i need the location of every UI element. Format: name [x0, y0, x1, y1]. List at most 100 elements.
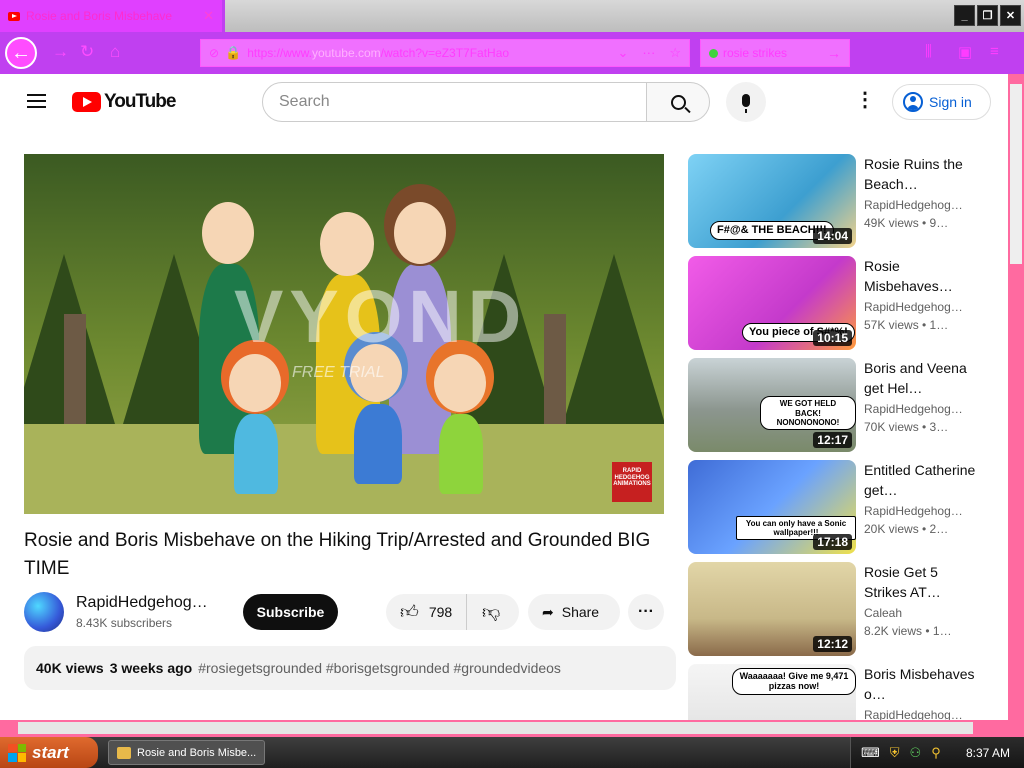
bookmark-star-icon[interactable]: ☆ [669, 45, 681, 61]
sign-in-button[interactable]: Sign in [892, 84, 991, 120]
microphone-icon [742, 93, 750, 113]
character-head [394, 202, 446, 264]
related-thumbnail[interactable]: You can only have a Sonic wallpaper!!! 1… [688, 460, 856, 554]
youtube-page: YouTube Search ⋮ Sign in VYOND FREE TRIA… [0, 74, 1008, 720]
browser-tab-bar: Rosie and Boris Misbehave ✕ + _ ❐ ✕ [0, 0, 1024, 32]
related-video-item[interactable]: F#@& THE BEACH!!! 14:04 Rosie Ruins the … [688, 154, 988, 248]
channel-name[interactable]: RapidHedgehogAnimations [76, 594, 216, 612]
character-head [229, 354, 281, 412]
related-video-item[interactable]: You piece of S#*%! 10:15 Rosie Misbehave… [688, 256, 988, 350]
chevron-down-icon[interactable]: ⌄ [617, 45, 628, 61]
sidebar-icon[interactable]: ▣ [958, 43, 972, 61]
related-title[interactable]: Rosie Ruins the Beach… [864, 154, 976, 194]
channel-avatar[interactable] [24, 592, 64, 632]
scrollbar-thumb[interactable] [1010, 84, 1022, 264]
share-arrow-icon: ➦ [542, 603, 554, 620]
search-go-icon[interactable]: → [827, 45, 841, 61]
forward-icon[interactable]: → [52, 42, 69, 62]
shield-icon[interactable]: ⊘ [209, 46, 219, 60]
lock-icon[interactable]: 🔒 [225, 45, 241, 61]
start-button[interactable]: start [0, 737, 98, 768]
video-player[interactable]: VYOND FREE TRIAL RAPID HEDGEHOG ANIMATIO… [24, 154, 664, 514]
related-video-item[interactable]: Waaaaaaa! Give me 9,471 pizzas now! Bori… [688, 664, 988, 720]
address-bar[interactable]: ⊘ 🔒 https://www.youtube.com/watch?v=eZ3T… [200, 39, 690, 67]
browser-tab-active[interactable]: Rosie and Boris Misbehave ✕ [0, 0, 222, 32]
browser-window-icon [117, 746, 131, 759]
related-meta: 8.2K views • 1… [864, 624, 952, 638]
related-channel: RapidHedgehog… [864, 504, 963, 518]
video-duration: 17:18 [813, 534, 852, 550]
video-duration: 12:12 [813, 636, 852, 652]
related-meta: 49K views • 9… [864, 216, 949, 230]
share-button[interactable]: ➦ Share [528, 594, 620, 630]
back-button[interactable]: ← [5, 37, 37, 69]
description-box[interactable]: 40K views 3 weeks ago #rosiegetsgrounded… [24, 646, 676, 690]
hashtags[interactable]: #rosiegetsgrounded #borisgetsgrounded #g… [198, 660, 561, 676]
minimize-button[interactable]: _ [954, 5, 975, 26]
more-actions-button[interactable]: ··· [628, 594, 664, 630]
video-duration: 14:04 [813, 228, 852, 244]
keyboard-icon[interactable]: ⌨ [861, 745, 880, 761]
window-title-bar: _ ❐ ✕ [225, 0, 1024, 32]
page-actions-icon[interactable]: ··· [642, 45, 655, 61]
related-video-item[interactable]: You can only have a Sonic wallpaper!!! 1… [688, 460, 988, 554]
related-thumbnail[interactable]: F#@& THE BEACH!!! 14:04 [688, 154, 856, 248]
home-icon[interactable]: ⌂ [110, 42, 120, 62]
character-rosie [234, 414, 278, 494]
thumbs-up-icon: 👍︎ [400, 602, 419, 622]
url-text[interactable]: https://www.youtube.com/watch?v=eZ3T7Fat… [247, 46, 509, 60]
browser-search-text[interactable]: rosie strikes [723, 46, 822, 60]
vyond-watermark: VYOND [234, 275, 528, 358]
youtube-logo[interactable]: YouTube [72, 91, 176, 113]
like-button[interactable]: 👍︎ 798 [386, 594, 468, 630]
youtube-favicon-icon [8, 11, 20, 21]
security-shield-icon[interactable]: ⛨ [890, 745, 900, 761]
menu-icon[interactable]: ≡ [990, 43, 999, 60]
horizontal-scrollbar[interactable] [0, 720, 1008, 737]
windows-taskbar: start Rosie and Boris Misbe... ⌨ ⛨ ⚇ ⚲ 8… [0, 737, 1024, 768]
search-tray-icon[interactable]: ⚲ [931, 745, 941, 761]
dislike-button[interactable]: 👎︎ [467, 594, 515, 630]
video-duration: 10:15 [813, 330, 852, 346]
related-thumbnail[interactable]: You piece of S#*%! 10:15 [688, 256, 856, 350]
subscribe-button[interactable]: Subscribe [243, 594, 338, 630]
maximize-button[interactable]: ❐ [977, 5, 998, 26]
character-head [202, 202, 254, 264]
library-icon[interactable]: ⫼ [925, 43, 932, 60]
related-thumbnail[interactable]: 12:12 [688, 562, 856, 656]
related-channel: RapidHedgehog… [864, 198, 963, 212]
related-channel: RapidHedgehog… [864, 402, 963, 416]
vertical-scrollbar[interactable] [1008, 74, 1024, 720]
character-boris [354, 404, 402, 484]
tab-close-icon[interactable]: ✕ [203, 8, 214, 24]
video-title: Rosie and Boris Misbehave on the Hiking … [24, 530, 651, 579]
related-channel: Caleah [864, 606, 903, 620]
close-window-button[interactable]: ✕ [1000, 5, 1021, 26]
related-title[interactable]: Boris and Veena get Hel… [864, 358, 976, 398]
scrollbar-thumb[interactable] [18, 722, 973, 734]
channel-watermark-badge: RAPID HEDGEHOG ANIMATIONS [612, 462, 652, 502]
character-girl-pink-bow [439, 414, 483, 494]
user-circle-icon [903, 92, 923, 112]
related-video-item[interactable]: WE GOT HELD BACK! NONONONONO! 12:17 Bori… [688, 358, 988, 452]
related-title[interactable]: Boris Misbehaves o… [864, 664, 976, 704]
related-video-item[interactable]: 12:12 Rosie Get 5 Strikes AT… Caleah 8.2… [688, 562, 988, 656]
browser-search-box[interactable]: rosie strikes → [700, 39, 850, 67]
search-input[interactable]: Search [262, 82, 647, 122]
voice-search-button[interactable] [726, 82, 766, 122]
network-icon[interactable]: ⚇ [910, 745, 922, 761]
hamburger-menu-icon[interactable] [27, 94, 46, 108]
windows-logo-icon [8, 743, 26, 762]
related-title[interactable]: Entitled Catherine get… [864, 460, 976, 500]
related-channel: RapidHedgehog… [864, 708, 963, 720]
related-thumbnail[interactable]: Waaaaaaa! Give me 9,471 pizzas now! [688, 664, 856, 720]
related-thumbnail[interactable]: WE GOT HELD BACK! NONONONONO! 12:17 [688, 358, 856, 452]
search-button[interactable] [646, 82, 710, 122]
related-title[interactable]: Rosie Get 5 Strikes AT… [864, 562, 976, 602]
settings-kebab-icon[interactable]: ⋮ [855, 90, 875, 110]
taskbar-window-button[interactable]: Rosie and Boris Misbe... [108, 740, 265, 765]
reload-icon[interactable]: ↻ [80, 42, 94, 62]
view-count: 40K views [36, 660, 104, 676]
character-head [434, 354, 486, 412]
related-title[interactable]: Rosie Misbehaves… [864, 256, 976, 296]
